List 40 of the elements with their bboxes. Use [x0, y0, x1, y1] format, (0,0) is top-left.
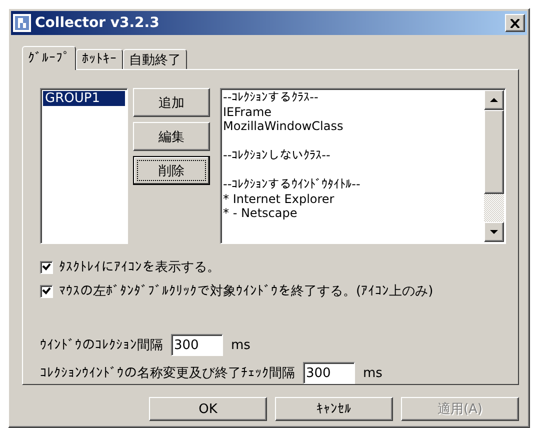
checkbox[interactable]: [40, 260, 53, 274]
checkbox-label: ﾏｳｽの左ﾎﾞﾀﾝﾀﾞﾌﾞﾙｸﾘｯｸで対象ｳｲﾝﾄﾞｳを終了する。(ｱｲｺﾝ上のみ): [59, 283, 434, 300]
group-item[interactable]: GROUP1: [43, 91, 125, 106]
tab[interactable]: 自動終了: [123, 49, 187, 69]
rule-line: * Internet Explorer: [223, 192, 336, 206]
check-icon: [42, 287, 51, 295]
dialog-button[interactable]: ｷｬﾝｾﾙ: [275, 397, 393, 421]
group-list[interactable]: GROUP1: [40, 88, 128, 244]
window-title: Collector v3.2.3: [35, 15, 160, 31]
scroll-up-button[interactable]: [484, 90, 504, 110]
group-button[interactable]: 編集: [133, 122, 210, 151]
scroll-down-button[interactable]: [484, 222, 504, 242]
group-button[interactable]: 削除: [133, 156, 210, 185]
rule-line: MozillaWindowClass: [223, 119, 344, 134]
rule-line: IEFrame: [223, 104, 273, 119]
section-header: --ｺﾚｸｼｮﾝするｸﾗｽ--: [223, 90, 320, 104]
check-icon: [42, 263, 51, 271]
interval-label: ｺﾚｸｼｮﾝｳｲﾝﾄﾞｳの名称変更及び終了ﾁｪｯｸ間隔: [40, 365, 295, 382]
dialog-button[interactable]: OK: [149, 397, 267, 421]
group-button[interactable]: 追加: [133, 88, 210, 117]
checkbox[interactable]: [40, 284, 53, 298]
unit-label: ms: [363, 366, 382, 380]
scrollbar[interactable]: [484, 90, 504, 242]
scroll-thumb[interactable]: [484, 110, 504, 194]
close-button[interactable]: [505, 14, 525, 32]
up-arrow-icon: [490, 98, 498, 102]
section-header: --ｺﾚｸｼｮﾝしないｸﾗｽ--: [223, 148, 332, 162]
rule-line: * - Netscape: [223, 206, 298, 220]
close-icon: [510, 18, 520, 28]
unit-label: ms: [231, 338, 250, 352]
app-icon: [13, 14, 31, 32]
interval-field[interactable]: 300: [171, 334, 223, 356]
down-arrow-icon: [490, 230, 498, 234]
section-header: --ｺﾚｸｼｮﾝするｳｲﾝﾄﾞｳﾀｲﾄﾙ--: [223, 177, 362, 192]
tab[interactable]: ｸﾞﾙｰﾌﾟ: [22, 46, 76, 70]
checkbox-label: ﾀｽｸﾄﾚｲにｱｲｺﾝを表示する。: [59, 259, 220, 276]
rules-text-area[interactable]: --ｺﾚｸｼｮﾝするｸﾗｽ-- IEFrame MozillaWindowClass --ｺﾚｸｼｮﾝしないｸﾗｽ-- --ｺﾚｸｼｮﾝするｳｲﾝﾄﾞｳﾀｲﾄﾙ-- * Internet Explorer * - Netscape: [220, 88, 506, 244]
tab[interactable]: ﾎｯﾄｷｰ: [76, 49, 123, 69]
interval-field[interactable]: 300: [303, 362, 355, 384]
interval-label: ｳｲﾝﾄﾞｳのｺﾚｸｼｮﾝ間隔: [40, 337, 163, 354]
